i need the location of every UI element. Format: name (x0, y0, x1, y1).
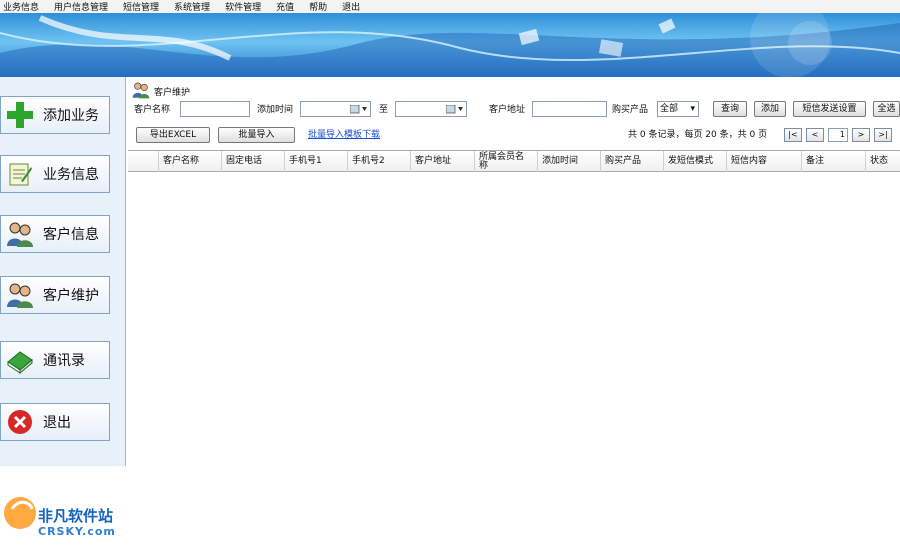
product-select-value: 全部 (660, 104, 679, 114)
sidebar-item-label: 退出 (43, 415, 71, 431)
sidebar-item-label: 添加业务 (43, 108, 99, 124)
chevron-down-icon: ▾ (690, 104, 695, 114)
sidebar-item-business-info[interactable]: 业务信息 (0, 155, 110, 193)
filter-row: 客户名称 添加时间 至 客户地址 购买产品 全部 ▾ 查询 添加 短信发送设置 … (134, 101, 900, 119)
exit-icon (5, 407, 35, 437)
users-icon (132, 81, 150, 102)
header-banner (0, 13, 900, 77)
template-download-link[interactable]: 批量导入模板下载 (308, 127, 380, 143)
product-label: 购买产品 (612, 105, 649, 115)
first-page-button[interactable]: |< (784, 128, 802, 142)
sidebar-item-label: 通讯录 (43, 353, 85, 369)
next-page-button[interactable]: > (852, 128, 870, 142)
column-header-product[interactable]: 购买产品 (600, 151, 663, 172)
end-date-picker[interactable] (395, 101, 467, 117)
last-page-button[interactable]: >| (874, 128, 892, 142)
column-header-address[interactable]: 客户地址 (410, 151, 474, 172)
sidebar-item-address-book[interactable]: 通讯录 (0, 341, 110, 379)
page-title: 客户维护 (154, 87, 191, 98)
column-header-sms-content[interactable]: 短信内容 (726, 151, 801, 172)
calendar-dropdown-icon[interactable] (349, 104, 368, 114)
column-header-phone[interactable]: 固定电话 (221, 151, 284, 172)
book-icon (5, 345, 35, 375)
column-header-status[interactable]: 状态 (865, 151, 900, 172)
menu-bar: 业务信息 用户信息管理 短信管理 系统管理 软件管理 充值 帮助 退出 (0, 0, 900, 13)
users-icon (5, 280, 35, 310)
action-row: 导出EXCEL 批量导入 批量导入模板下载 共 0 条记录，每页 20 条，共 … (136, 127, 900, 145)
sidebar-item-label: 客户信息 (43, 227, 99, 243)
column-header-mobile2[interactable]: 手机号2 (347, 151, 410, 172)
add-button[interactable]: 添加 (754, 101, 786, 117)
watermark-logo: 非凡软件站 CRSKY.com (0, 479, 126, 543)
users-icon (5, 219, 35, 249)
menu-item-user-info-management[interactable]: 用户信息管理 (54, 0, 108, 13)
sidebar-item-label: 业务信息 (43, 167, 99, 183)
customer-name-label: 客户名称 (134, 105, 171, 115)
plus-icon (5, 100, 35, 130)
column-header-customer-name[interactable]: 客户名称 (158, 151, 221, 172)
page-number-input[interactable]: 1 (828, 128, 848, 142)
prev-page-button[interactable]: < (806, 128, 824, 142)
column-header-mobile1[interactable]: 手机号1 (284, 151, 347, 172)
start-date-picker[interactable] (300, 101, 371, 117)
select-all-button[interactable]: 全选 (873, 101, 900, 117)
pagination-summary: 共 0 条记录，每页 20 条，共 0 页 (628, 130, 768, 140)
calendar-dropdown-icon[interactable] (445, 104, 464, 114)
menu-item-business-info[interactable]: 业务信息 (3, 0, 39, 13)
menu-item-recharge[interactable]: 充值 (276, 0, 294, 13)
column-header-sms-mode[interactable]: 发短信模式 (663, 151, 715, 172)
to-label: 至 (379, 105, 389, 115)
watermark-brand: 非凡软件站 (38, 507, 114, 525)
menu-item-exit[interactable]: 退出 (342, 0, 360, 13)
batch-import-button[interactable]: 批量导入 (218, 127, 295, 143)
sidebar-item-customer-maintenance[interactable]: 客户维护 (0, 276, 110, 314)
menu-item-help[interactable]: 帮助 (309, 0, 327, 13)
column-header-remark[interactable]: 备注 (801, 151, 865, 172)
menu-item-sms-management[interactable]: 短信管理 (123, 0, 159, 13)
sidebar-item-exit[interactable]: 退出 (0, 403, 110, 441)
main-panel: 客户维护 客户名称 添加时间 至 客户地址 购买产品 全部 ▾ 查询 添加 短信… (128, 77, 900, 466)
column-header-add-time[interactable]: 添加时间 (537, 151, 600, 172)
sidebar-item-label: 客户维护 (43, 288, 99, 304)
menu-item-system-management[interactable]: 系统管理 (174, 0, 210, 13)
panel-title-bar: 客户维护 (132, 82, 190, 100)
column-header-member-name[interactable]: 所属会员名称 (474, 151, 528, 172)
table-body (128, 173, 900, 466)
row-selector-header (128, 151, 158, 172)
sidebar: 添加业务 业务信息 客户信息 客户维护 通讯录 退出 非凡软件站 CRSKY.c… (0, 77, 126, 538)
address-label: 客户地址 (489, 105, 526, 115)
menu-item-software-management[interactable]: 软件管理 (225, 0, 261, 13)
add-time-label: 添加时间 (257, 105, 294, 115)
table-header: 客户名称 固定电话 手机号1 手机号2 客户地址 所属会员名称 添加时间 购买产… (128, 150, 900, 172)
address-input[interactable] (532, 101, 607, 117)
customer-name-input[interactable] (180, 101, 250, 117)
query-button[interactable]: 查询 (713, 101, 747, 117)
export-excel-button[interactable]: 导出EXCEL (136, 127, 210, 143)
watermark-domain: CRSKY.com (38, 525, 116, 538)
sidebar-item-customer-info[interactable]: 客户信息 (0, 215, 110, 253)
sidebar-item-add-business[interactable]: 添加业务 (0, 96, 110, 134)
product-select[interactable]: 全部 ▾ (657, 101, 699, 117)
sms-settings-button[interactable]: 短信发送设置 (793, 101, 866, 117)
notepad-icon (5, 159, 35, 189)
